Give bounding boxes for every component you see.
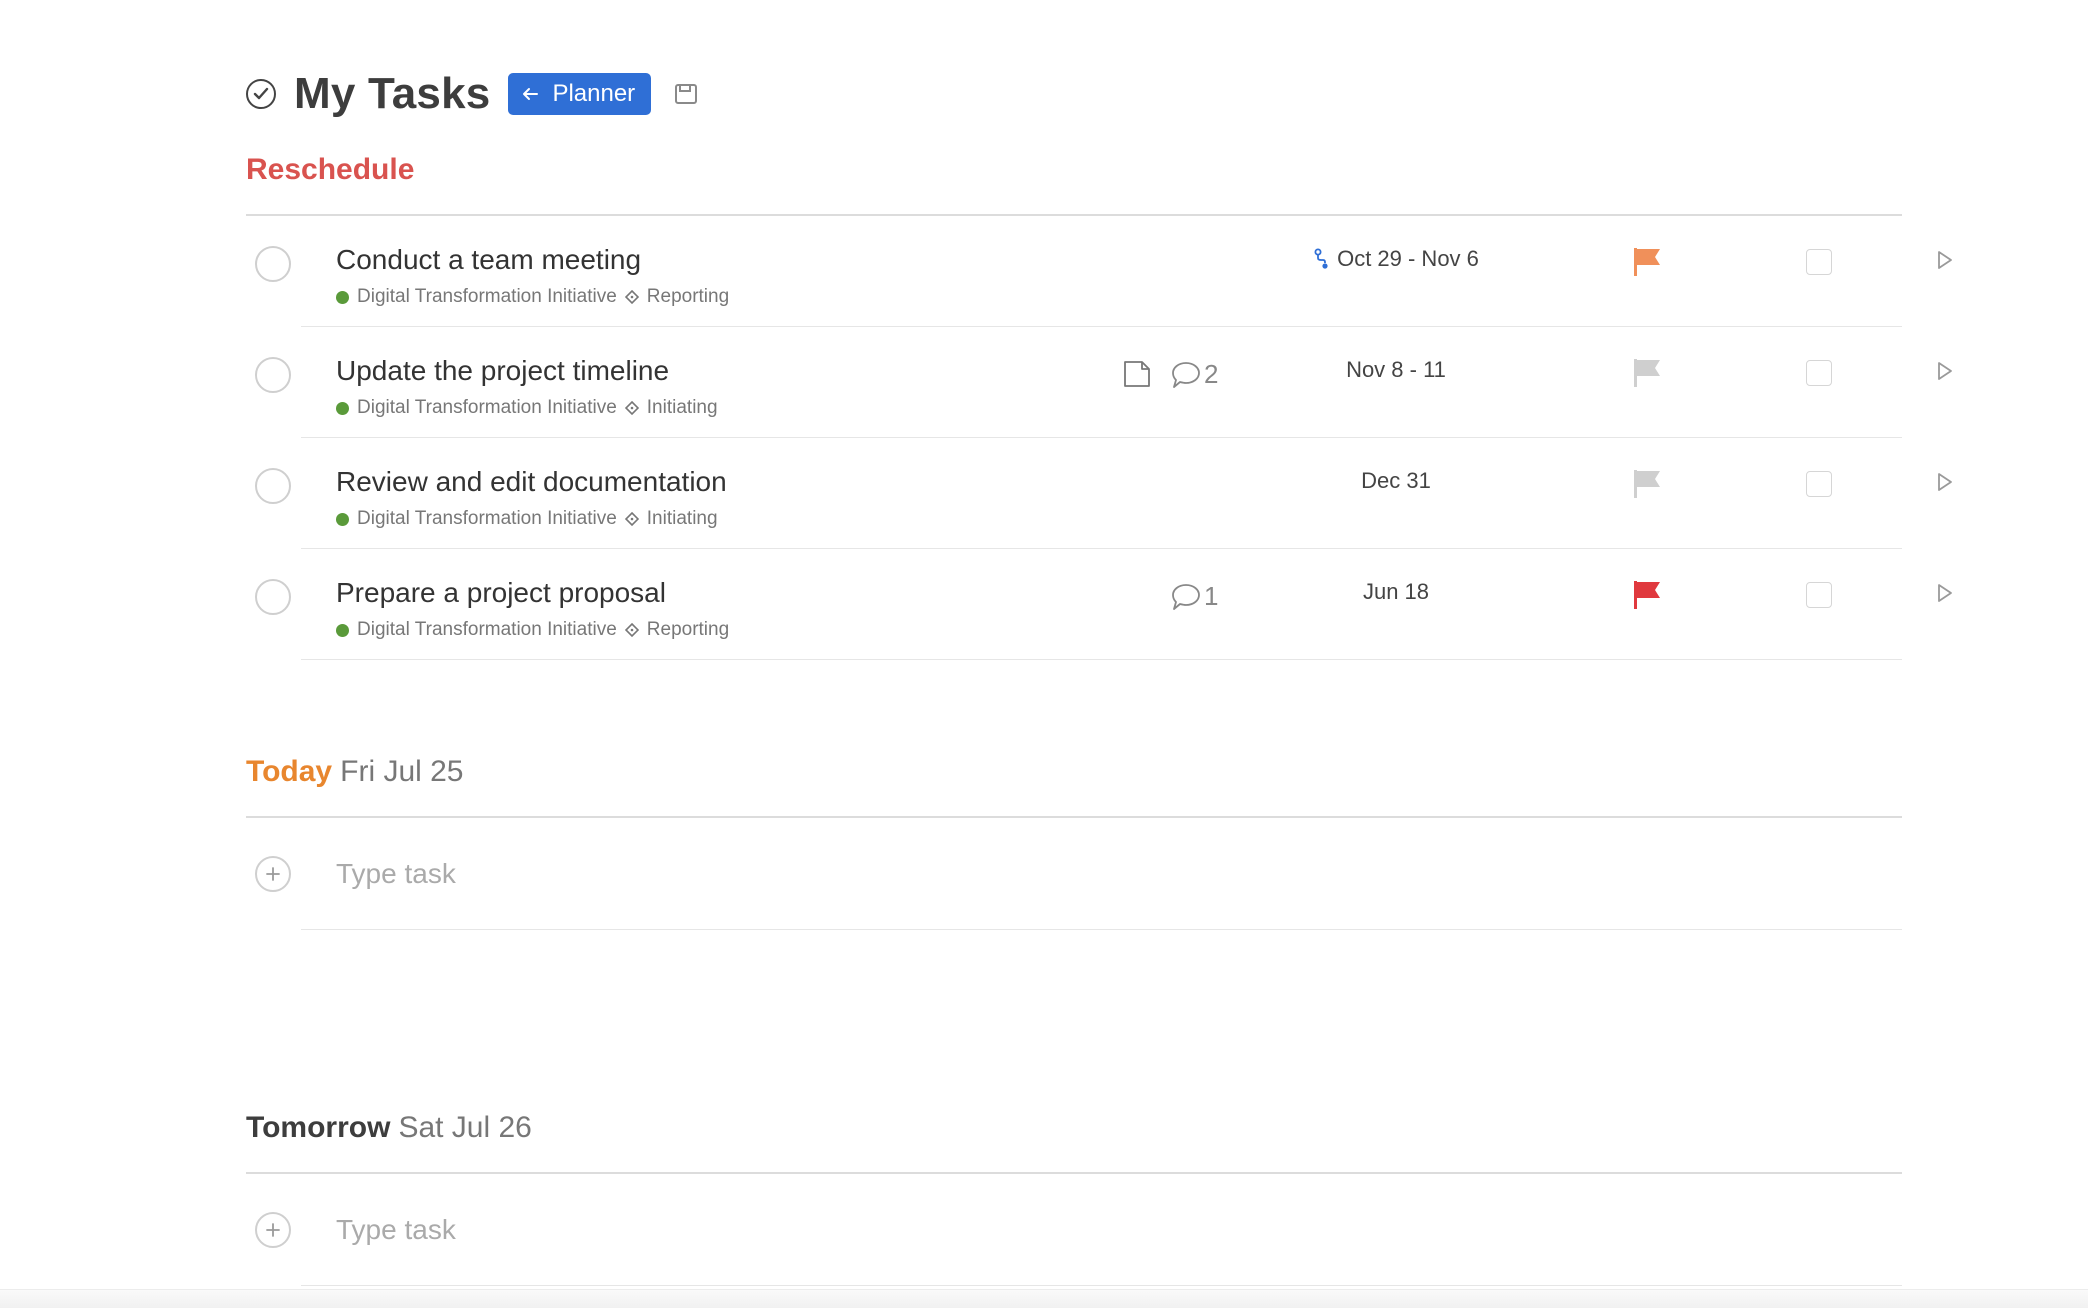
task-name[interactable]: Update the project timeline — [336, 355, 669, 387]
task-phase[interactable]: Reporting — [647, 619, 729, 641]
add-task-row — [246, 818, 1902, 930]
play-icon[interactable] — [1936, 361, 1954, 386]
add-task-plus-icon[interactable] — [255, 856, 291, 892]
task-date[interactable]: Oct 29 - Nov 6 — [1281, 246, 1511, 272]
tomorrow-date: Sat Jul 26 — [398, 1111, 532, 1144]
row-divider — [301, 929, 1902, 930]
comments-count[interactable]: 2 — [1170, 359, 1218, 390]
save-icon[interactable] — [673, 81, 699, 107]
task-select-box[interactable] — [1806, 582, 1832, 608]
comments-count-text: 2 — [1204, 359, 1219, 389]
task-row[interactable]: Update the project timeline Digital Tran… — [246, 327, 1952, 438]
project-color-dot — [336, 290, 349, 304]
task-select-box[interactable] — [1806, 249, 1832, 275]
task-row[interactable]: Review and edit documentation Digital Tr… — [246, 438, 1952, 549]
task-project[interactable]: Digital Transformation Initiative — [357, 619, 617, 641]
task-date[interactable]: Dec 31 — [1281, 468, 1511, 494]
phase-tag-icon — [624, 401, 639, 415]
phase-tag-icon — [624, 623, 639, 637]
task-select-box[interactable] — [1806, 471, 1832, 497]
tomorrow-label: Tomorrow — [246, 1111, 391, 1144]
section-header: Today Fri Jul 25 — [246, 752, 1902, 792]
row-divider — [301, 659, 1902, 660]
add-task-row — [246, 1174, 1902, 1286]
planner-button[interactable]: Planner — [508, 73, 652, 115]
flag-icon[interactable] — [1632, 357, 1662, 394]
dependency-icon — [1313, 248, 1331, 270]
task-phase[interactable]: Initiating — [647, 397, 718, 419]
row-divider — [301, 1285, 1902, 1286]
task-complete-checkbox[interactable] — [255, 468, 291, 504]
check-circle-icon — [246, 79, 276, 109]
add-task-plus-icon[interactable] — [255, 1212, 291, 1248]
play-icon[interactable] — [1936, 250, 1954, 275]
task-complete-checkbox[interactable] — [255, 579, 291, 615]
task-select-box[interactable] — [1806, 360, 1832, 386]
page-title: My Tasks — [294, 69, 491, 118]
today-label: Today — [246, 755, 333, 788]
arrow-left-icon — [522, 83, 539, 105]
task-row[interactable]: Prepare a project proposal Digital Trans… — [246, 549, 1952, 660]
note-icon[interactable] — [1122, 359, 1152, 394]
play-icon[interactable] — [1936, 472, 1954, 497]
comment-bubble-icon — [1172, 361, 1200, 388]
task-meta: Digital Transformation Initiative Initia… — [336, 397, 718, 419]
task-complete-checkbox[interactable] — [255, 246, 291, 282]
task-date-text: Nov 8 - 11 — [1346, 357, 1446, 382]
flag-icon[interactable] — [1632, 468, 1662, 505]
task-date-text: Oct 29 - Nov 6 — [1337, 246, 1479, 271]
today-task-input[interactable] — [336, 852, 1736, 896]
project-color-dot — [336, 512, 349, 526]
task-name[interactable]: Conduct a team meeting — [336, 244, 641, 276]
task-name[interactable]: Prepare a project proposal — [336, 577, 666, 609]
play-icon[interactable] — [1936, 583, 1954, 608]
task-project[interactable]: Digital Transformation Initiative — [357, 286, 617, 308]
task-project[interactable]: Digital Transformation Initiative — [357, 397, 617, 419]
reschedule-section: Reschedule Conduct a team meeting Digita… — [246, 150, 1952, 660]
comments-count-text: 1 — [1204, 581, 1219, 611]
task-project[interactable]: Digital Transformation Initiative — [357, 508, 617, 530]
task-meta: Digital Transformation Initiative Report… — [336, 619, 729, 641]
comments-count[interactable]: 1 — [1170, 581, 1218, 612]
section-header: Tomorrow Sat Jul 26 — [246, 1108, 1902, 1148]
task-phase[interactable]: Initiating — [647, 508, 718, 530]
planner-button-label: Planner — [552, 80, 636, 107]
today-section: Today Fri Jul 25 — [246, 752, 1902, 930]
flag-icon[interactable] — [1632, 579, 1662, 616]
bottom-scroll-shade — [0, 1289, 2088, 1308]
task-name[interactable]: Review and edit documentation — [336, 466, 727, 498]
section-header: Reschedule — [246, 150, 1902, 190]
phase-tag-icon — [624, 512, 639, 526]
project-color-dot — [336, 401, 349, 415]
task-phase[interactable]: Reporting — [647, 286, 729, 308]
task-complete-checkbox[interactable] — [255, 357, 291, 393]
task-date[interactable]: Nov 8 - 11 — [1281, 357, 1511, 383]
my-tasks-page: My Tasks Planner Reschedule Conduct a te… — [0, 0, 2088, 1308]
tomorrow-section: Tomorrow Sat Jul 26 — [246, 1108, 1902, 1286]
project-color-dot — [336, 623, 349, 637]
phase-tag-icon — [624, 290, 639, 304]
task-meta: Digital Transformation Initiative Report… — [336, 286, 729, 308]
page-header: My Tasks Planner — [246, 66, 699, 122]
today-date: Fri Jul 25 — [340, 755, 464, 788]
comment-bubble-icon — [1172, 583, 1200, 610]
reschedule-label: Reschedule — [246, 153, 415, 186]
flag-icon[interactable] — [1632, 246, 1662, 283]
task-date[interactable]: Jun 18 — [1281, 579, 1511, 605]
task-row[interactable]: Conduct a team meeting Digital Transform… — [246, 216, 1952, 327]
task-date-text: Dec 31 — [1361, 468, 1431, 493]
task-date-text: Jun 18 — [1362, 579, 1430, 604]
tomorrow-task-input[interactable] — [336, 1208, 1736, 1252]
task-meta: Digital Transformation Initiative Initia… — [336, 508, 718, 530]
